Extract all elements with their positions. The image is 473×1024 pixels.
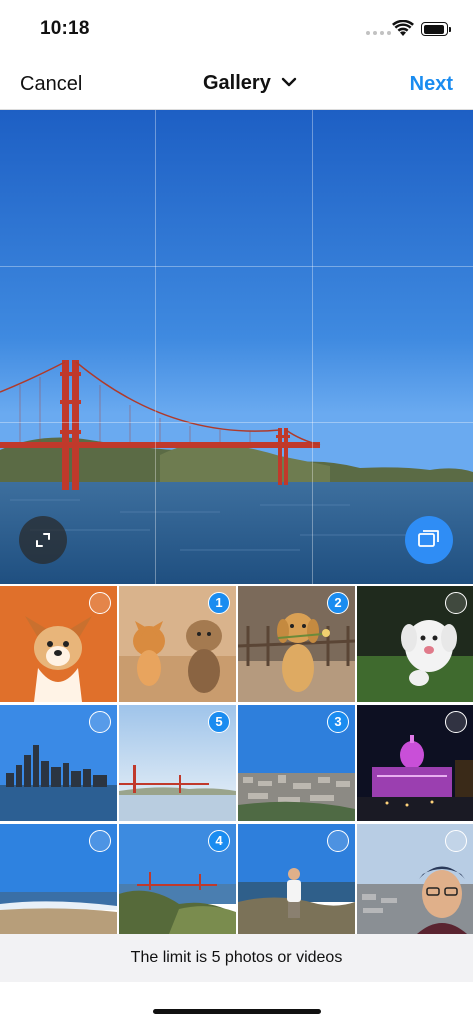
photo-thumbnail[interactable] [357,586,473,702]
selection-circle[interactable] [89,592,111,614]
cancel-button[interactable]: Cancel [20,73,82,96]
selection-badge[interactable]: 4 [208,830,230,852]
crop-grid-line [0,266,473,267]
selection-circle[interactable] [445,830,467,852]
home-indicator[interactable] [153,1009,321,1014]
photo-thumbnail[interactable] [0,824,117,940]
status-bar: 10:18 [0,0,473,60]
expand-button[interactable] [19,516,67,564]
photo-thumbnail[interactable] [357,705,473,821]
photo-thumbnail[interactable]: 4 [119,824,236,940]
selection-circle[interactable] [327,830,349,852]
photo-preview[interactable] [0,110,473,584]
photo-thumbnail[interactable] [357,824,473,940]
chevron-down-icon[interactable] [281,76,297,88]
golden-gate-photo [0,110,473,584]
photo-grid: 1 2 5 3 4 [0,586,473,934]
wifi-icon [392,20,414,36]
selection-circle[interactable] [445,711,467,733]
photo-thumbnail[interactable]: 2 [238,586,355,702]
battery-icon [421,22,451,36]
selection-badge[interactable]: 1 [208,592,230,614]
crop-grid-line [155,110,156,584]
selection-circle[interactable] [89,830,111,852]
cellular-signal-icon [366,31,391,35]
selection-badge[interactable]: 3 [327,711,349,733]
photo-thumbnail[interactable]: 3 [238,705,355,821]
crop-grid-line [312,110,313,584]
selection-circle[interactable] [445,592,467,614]
photo-thumbnail[interactable]: 5 [119,705,236,821]
multi-select-button[interactable] [405,516,453,564]
photo-thumbnail[interactable] [0,705,117,821]
selection-limit-message: The limit is 5 photos or videos [0,934,473,982]
photo-thumbnail[interactable] [238,824,355,940]
photo-thumbnail[interactable] [0,586,117,702]
multi-select-icon [418,530,439,547]
next-button[interactable]: Next [410,73,453,96]
selection-badge[interactable]: 2 [327,592,349,614]
gallery-title[interactable]: Gallery [203,72,271,95]
crop-grid-line [0,422,473,423]
expand-crop-icon [36,533,50,547]
selection-badge[interactable]: 5 [208,711,230,733]
selection-circle[interactable] [89,711,111,733]
nav-bar: Cancel Gallery Next [0,60,473,110]
status-time: 10:18 [40,18,90,39]
photo-thumbnail[interactable]: 1 [119,586,236,702]
